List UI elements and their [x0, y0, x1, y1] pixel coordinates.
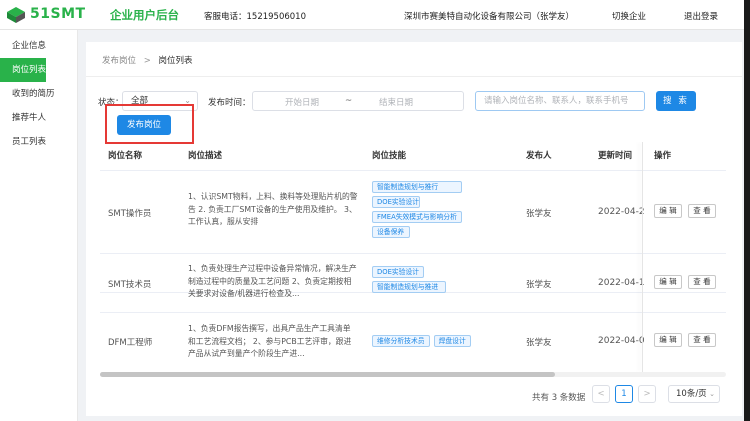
job-description: 1、负责处理生产过程中设备异常情况，解决生产制造过程中的质量及工艺问题 2、负责… — [188, 264, 357, 298]
start-date-input[interactable]: 开始日期 — [285, 96, 319, 108]
job-skills: 智能制造规划与推行 DOE实验设计 FMEA失效模式与影响分析 设备保养 — [372, 181, 462, 241]
breadcrumb-parent[interactable]: 发布岗位 — [102, 56, 136, 66]
table-row: SMT操作员 1、认识SMT物料，上料、换料等处理贴片机的警告 2. 负责工厂S… — [100, 171, 726, 253]
company-name: 深圳市赛美特自动化设备有限公司（张学友） — [404, 12, 575, 22]
skill-tag: DOE实验设计 — [372, 196, 420, 208]
view-button[interactable]: 查 看 — [688, 204, 716, 218]
skill-tag: 焊盘设计 — [433, 335, 471, 347]
publisher: 张学友 — [526, 280, 552, 290]
page-size-value: 10条/页 — [676, 389, 707, 399]
sidebar: 企业信息 岗位列表 收到的简历 推荐牛人 员工列表 — [0, 30, 78, 421]
sidebar-item-recommended-talent[interactable]: 推荐牛人 — [0, 106, 78, 130]
total-count: 共有 3 条数据 — [532, 393, 586, 403]
update-time: 2022-04-2 — [598, 207, 645, 217]
sidebar-item-received-resumes[interactable]: 收到的简历 — [0, 82, 78, 106]
breadcrumb: 发布岗位 > 岗位列表 — [102, 54, 193, 66]
job-name: SMT技术员 — [108, 280, 152, 290]
job-name: SMT操作员 — [108, 209, 152, 219]
column-header-publisher: 发布人 — [526, 151, 552, 161]
sidebar-item-employee-list[interactable]: 员工列表 — [0, 130, 78, 154]
next-page-button[interactable]: > — [638, 385, 656, 403]
job-table: 岗位名称 岗位描述 岗位技能 发布人 更新时间 操作 SMT操作员 1、认识SM… — [100, 142, 726, 372]
fixed-column-divider — [642, 142, 643, 372]
update-time: 2022-04-0 — [598, 336, 645, 346]
search-input[interactable]: 请输入岗位名称、联系人，联系手机号 — [475, 91, 645, 111]
job-description: 1、负责DFM报告撰写，出具产品生产工具清单和工艺流程文档； 2、参与PCB工艺… — [188, 324, 352, 358]
end-date-input[interactable]: 结束日期 — [379, 96, 413, 108]
date-range-separator: ~ — [345, 96, 353, 106]
column-header-skills: 岗位技能 — [372, 151, 407, 161]
scrollbar-thumb[interactable] — [100, 372, 555, 377]
skill-tag: 设备保养 — [372, 226, 410, 238]
publish-time-label: 发布时间： — [208, 98, 251, 108]
brand-name: 51SMT — [30, 6, 86, 22]
publisher: 张学友 — [526, 338, 552, 348]
logo-icon — [7, 7, 25, 23]
view-button[interactable]: 查 看 — [688, 275, 716, 289]
column-header-desc: 岗位描述 — [188, 151, 223, 161]
view-button[interactable]: 查 看 — [688, 333, 716, 347]
publisher: 张学友 — [526, 209, 552, 219]
search-button[interactable]: 搜 索 — [656, 91, 696, 111]
skill-tag: 维修分析技术员 — [372, 335, 430, 347]
update-time: 2022-04-1 — [598, 278, 645, 288]
column-header-updated: 更新时间 — [598, 151, 633, 161]
skill-tag: 智能制造规划与推进 — [372, 281, 446, 293]
table-row: DFM工程师 1、负责DFM报告撰写，出具产品生产工具清单和工艺流程文档； 2、… — [100, 313, 726, 371]
switch-company-link[interactable]: 切换企业 — [612, 10, 646, 22]
job-description: 1、认识SMT物料，上料、换料等处理贴片机的警告 2. 负责工厂SMT设备的生产… — [188, 192, 358, 226]
job-skills: 维修分析技术员 焊盘设计 — [372, 335, 522, 350]
sidebar-item-company-info[interactable]: 企业信息 — [0, 34, 78, 58]
breadcrumb-current: 岗位列表 — [158, 56, 193, 66]
divider — [86, 76, 742, 77]
job-skills: DOE实验设计 智能制造规划与推进 — [372, 266, 446, 296]
prev-page-button[interactable]: < — [592, 385, 610, 403]
publish-job-button[interactable]: 发布岗位 — [117, 115, 171, 135]
column-header-actions: 操作 — [654, 151, 672, 161]
service-phone: 客服电话：15219506010 — [204, 12, 306, 22]
skill-tag: DOE实验设计 — [372, 266, 424, 278]
sidebar-item-job-list[interactable]: 岗位列表 — [0, 58, 46, 82]
breadcrumb-separator: > — [143, 56, 151, 66]
edit-button[interactable]: 编 辑 — [654, 204, 682, 218]
edit-button[interactable]: 编 辑 — [654, 275, 682, 289]
logout-link[interactable]: 退出登录 — [684, 10, 718, 22]
horizontal-scrollbar[interactable] — [100, 372, 726, 377]
skill-tag: 智能制造规划与推行 — [372, 181, 462, 193]
column-header-name: 岗位名称 — [108, 151, 143, 161]
date-range-picker[interactable]: 开始日期 ~ 结束日期 — [252, 91, 464, 111]
top-header: 51SMT 企业用户后台 客服电话：15219506010 深圳市赛美特自动化设… — [0, 0, 750, 30]
chevron-down-icon: ⌄ — [709, 390, 715, 398]
app-title: 企业用户后台 — [110, 8, 179, 22]
window-edge — [744, 0, 750, 421]
page-number-button[interactable]: 1 — [615, 385, 633, 403]
table-row: SMT技术员 1、负责处理生产过程中设备异常情况，解决生产制造过程中的质量及工艺… — [100, 254, 726, 312]
edit-button[interactable]: 编 辑 — [654, 333, 682, 347]
page-size-select[interactable]: 10条/页 ⌄ — [668, 385, 720, 403]
job-name: DFM工程师 — [108, 338, 153, 348]
skill-tag: FMEA失效模式与影响分析 — [372, 211, 462, 223]
main-panel: 发布岗位 > 岗位列表 状态： 全部 ⌄ 发布时间： 开始日期 ~ 结束日期 请… — [86, 42, 742, 416]
